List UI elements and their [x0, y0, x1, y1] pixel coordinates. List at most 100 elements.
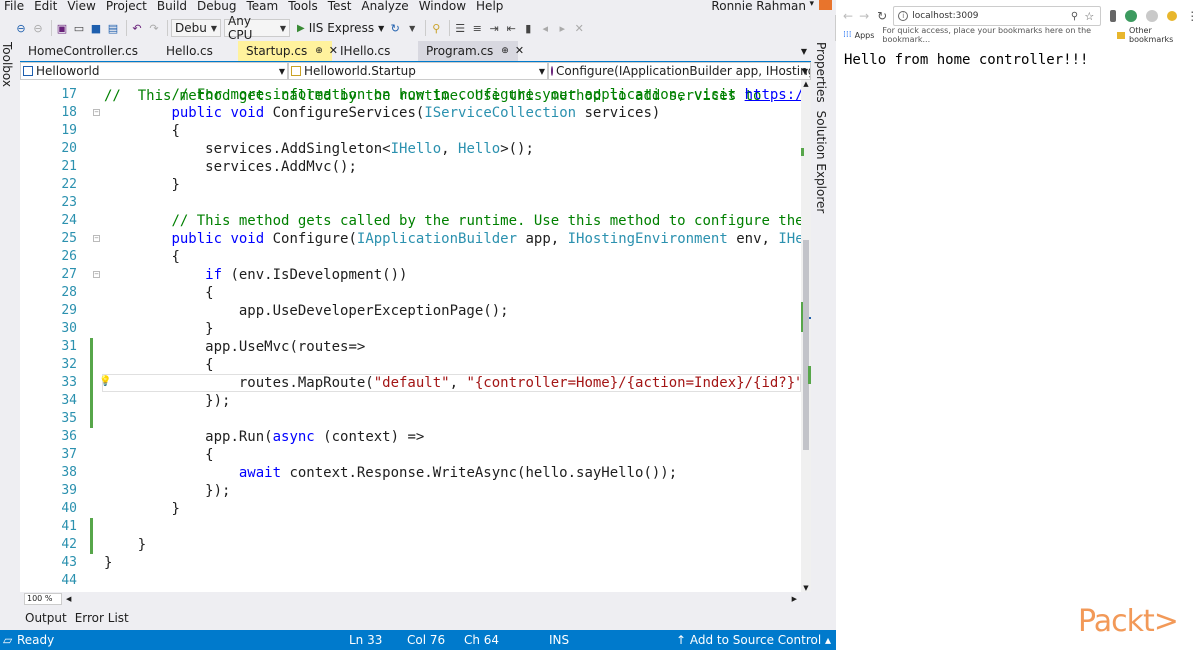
menu-project[interactable]: Project: [101, 0, 152, 15]
menu-tools[interactable]: Tools: [283, 0, 323, 15]
type-select[interactable]: Helloworld.Startup ▼: [288, 62, 548, 80]
menu-view[interactable]: View: [62, 0, 100, 15]
address-bar[interactable]: i localhost:3009 ⚲ ☆: [893, 6, 1102, 26]
shield-icon[interactable]: [1125, 10, 1138, 22]
line-number: 36: [61, 429, 77, 444]
tab-program[interactable]: Program.cs ⊕ ✕: [418, 41, 524, 61]
menu-team[interactable]: Team: [241, 0, 283, 15]
menu-debug[interactable]: Debug: [192, 0, 241, 15]
line-number: 44: [61, 573, 77, 588]
apps-link[interactable]: Apps: [855, 31, 875, 40]
account-name[interactable]: Ronnie Rahman: [711, 0, 806, 13]
solution-platform-select[interactable]: Any CPU ▼: [224, 14, 290, 42]
properties-tab[interactable]: Properties: [814, 42, 828, 103]
status-ready: Ready: [17, 633, 55, 647]
tab-output[interactable]: Output: [20, 611, 70, 625]
close-icon[interactable]: ✕: [515, 41, 524, 61]
browser-address-row: ← → ↻ i localhost:3009 ⚲ ☆ ⋮: [837, 4, 1200, 28]
prev-bookmark-icon[interactable]: ◂: [538, 19, 552, 37]
menu-help[interactable]: Help: [471, 0, 508, 15]
tab-overflow-chevron-icon[interactable]: ▼: [801, 47, 807, 56]
redo-icon[interactable]: ↷: [147, 19, 161, 37]
info-icon[interactable]: i: [898, 11, 909, 21]
toolbox-tab[interactable]: Toolbox: [0, 42, 14, 87]
save-all-icon[interactable]: ▤: [106, 19, 120, 37]
scroll-up-icon[interactable]: ▲: [801, 80, 811, 88]
browser-link-refresh-icon[interactable]: ↻: [388, 19, 402, 37]
back-nav-icon[interactable]: ⊖: [14, 19, 28, 37]
extension-icon[interactable]: [1110, 10, 1117, 22]
code-text: {: [104, 356, 213, 374]
menu-kebab-icon[interactable]: ⋮: [1186, 9, 1198, 23]
member-select[interactable]: Configure(IApplicationBuilder app, IHost…: [548, 62, 811, 80]
chevron-down-icon[interactable]: ▼: [405, 19, 419, 37]
zoom-select[interactable]: 100 %: [24, 592, 62, 605]
start-debugging-button[interactable]: ▶ IIS Express ▼: [297, 19, 384, 37]
menu-window[interactable]: Window: [414, 0, 471, 15]
code-token: services.AddSingleton<: [205, 141, 391, 157]
tab-hello[interactable]: Hello.cs: [158, 41, 238, 61]
tab-ihello[interactable]: IHello.cs: [332, 41, 418, 61]
menu-build[interactable]: Build: [152, 0, 192, 15]
bookmark-icon[interactable]: ▮: [521, 19, 535, 37]
apps-grid-icon[interactable]: ⁞⁞⁞: [843, 30, 852, 40]
toolbox-strip: [0, 41, 20, 630]
solution-explorer-tab[interactable]: Solution Explorer: [814, 111, 828, 214]
scroll-left-icon[interactable]: ◀: [66, 595, 71, 603]
back-arrow-icon[interactable]: ←: [843, 9, 853, 23]
open-file-icon[interactable]: ▭: [72, 19, 86, 37]
next-bookmark-icon[interactable]: ▸: [555, 19, 569, 37]
collapse-icon[interactable]: −: [93, 271, 100, 278]
zoom-icon[interactable]: ⚲: [1071, 11, 1078, 22]
reload-icon[interactable]: ↻: [877, 9, 887, 23]
code-token: services.AddMvc();: [205, 159, 357, 175]
collapse-icon[interactable]: −: [93, 109, 100, 116]
feedback-icon[interactable]: [819, 0, 832, 10]
code-token: IApplicationBuilder: [356, 231, 518, 247]
pin-icon[interactable]: ⊕: [501, 41, 509, 61]
account-chevron-icon[interactable]: ▾: [809, 0, 814, 9]
collapse-icon[interactable]: −: [93, 235, 100, 242]
indent-icon[interactable]: ⇥: [487, 19, 501, 37]
comment-lines-icon[interactable]: ☰: [453, 19, 467, 37]
clear-bookmarks-icon[interactable]: ✕: [572, 19, 586, 37]
lightbulb-icon[interactable]: 💡: [99, 376, 111, 387]
outdent-icon[interactable]: ⇤: [504, 19, 518, 37]
bookmark-star-icon[interactable]: ☆: [1084, 10, 1094, 23]
project-icon: [23, 66, 33, 76]
tab-homecontroller[interactable]: HomeController.cs: [20, 41, 158, 61]
navigation-bar: Helloworld ▼ Helloworld.Startup ▼ Config…: [20, 61, 811, 80]
extension-icon[interactable]: [1167, 11, 1178, 21]
code-token: if: [205, 267, 223, 283]
forward-arrow-icon[interactable]: →: [859, 9, 869, 23]
tab-error-list[interactable]: Error List: [70, 611, 132, 625]
menu-analyze[interactable]: Analyze: [356, 0, 413, 15]
find-icon[interactable]: ⚲: [429, 19, 443, 37]
forward-nav-icon[interactable]: ⊖: [31, 19, 45, 37]
tab-startup[interactable]: Startup.cs ⊕ ✕: [238, 41, 338, 61]
scroll-down-icon[interactable]: ▼: [801, 584, 811, 592]
other-bookmarks-link[interactable]: Other bookmarks: [1129, 26, 1192, 44]
menu-edit[interactable]: Edit: [29, 0, 62, 15]
project-select[interactable]: Helloworld ▼: [20, 62, 288, 80]
code-editor[interactable]: // This method gets called by the runtim…: [20, 80, 801, 592]
vertical-scrollbar[interactable]: ▲ ▼: [801, 80, 811, 592]
scroll-right-icon[interactable]: ▶: [792, 595, 797, 603]
menu-test[interactable]: Test: [323, 0, 357, 15]
code-line: 39 });: [20, 482, 801, 500]
solution-configuration-select[interactable]: Debu ▼: [171, 19, 221, 37]
menu-file[interactable]: File: [0, 0, 29, 15]
save-icon[interactable]: ■: [89, 19, 103, 37]
code-line: 35: [20, 410, 801, 428]
extension-icon[interactable]: [1146, 10, 1159, 22]
add-to-source-control-button[interactable]: ↑ Add to Source Control ▴: [676, 633, 831, 647]
uncomment-lines-icon[interactable]: ≡: [470, 19, 484, 37]
new-project-icon[interactable]: ▣: [55, 19, 69, 37]
code-token: });: [205, 483, 231, 499]
pin-icon[interactable]: ⊕: [315, 41, 323, 61]
line-number: 18: [61, 105, 77, 120]
scroll-thumb[interactable]: [803, 240, 809, 450]
undo-icon[interactable]: ↶: [130, 19, 144, 37]
